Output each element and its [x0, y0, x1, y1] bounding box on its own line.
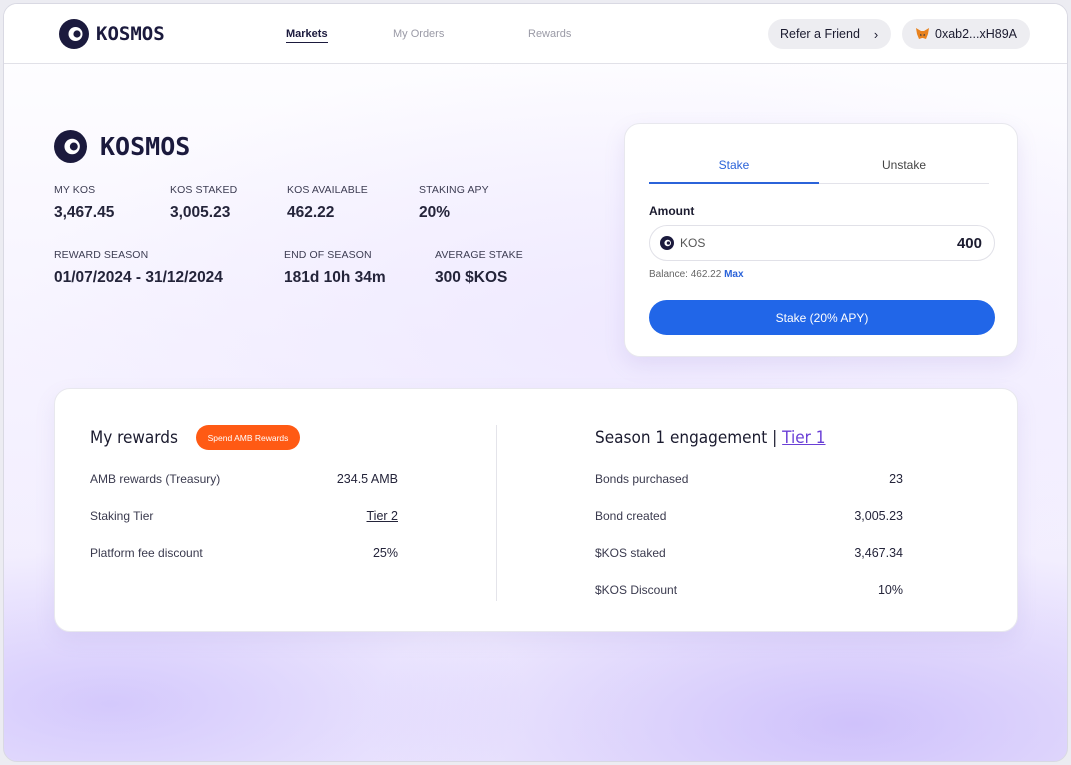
- engagement-tier-link[interactable]: Tier 1: [782, 428, 825, 448]
- rewards-panel: My rewards Spend AMB Rewards AMB rewards…: [54, 388, 1018, 632]
- amount-label: Amount: [649, 204, 695, 218]
- engagement-row-value: 3,005.23: [854, 509, 903, 523]
- nav-rewards[interactable]: Rewards: [528, 28, 571, 40]
- balance-line: Balance: 462.22 Max: [649, 269, 744, 280]
- engagement-row-label: $KOS Discount: [595, 583, 678, 597]
- stake-tabs: Stake Unstake: [649, 158, 989, 184]
- chevron-right-icon: ›: [873, 26, 879, 42]
- stat-label: STAKING APY: [419, 184, 489, 196]
- wallet-address: 0xab2...xH89A: [935, 27, 1017, 41]
- metamask-fox-icon: [916, 28, 929, 39]
- nav-my-orders[interactable]: My Orders: [393, 28, 444, 40]
- stat-value: 20%: [419, 204, 451, 221]
- balance-text: Balance: 462.22: [649, 269, 722, 280]
- stat-value: 01/07/2024 - 31/12/2024: [54, 269, 223, 286]
- engagement-row: $KOS Discount 10%: [595, 583, 903, 597]
- reward-row-label: AMB rewards (Treasury): [90, 472, 221, 486]
- stake-panel: Stake Unstake Amount KOS 400 Balance: 46…: [624, 123, 1018, 357]
- reward-row: AMB rewards (Treasury) 234.5 AMB: [90, 472, 398, 486]
- amount-input[interactable]: KOS 400: [649, 225, 995, 261]
- reward-row: Platform fee discount 25%: [90, 546, 398, 560]
- stat-label: END OF SEASON: [284, 249, 372, 261]
- section-divider: [496, 425, 497, 601]
- engagement-row: $KOS staked 3,467.34: [595, 546, 903, 560]
- kos-token-icon: [660, 236, 674, 250]
- my-rewards-title: My rewards: [90, 428, 178, 448]
- stat-kos-available: KOS AVAILABLE 462.22: [287, 184, 368, 222]
- stat-average-stake: AVERAGE STAKE 300 $KOS: [435, 249, 523, 287]
- engagement-row-value: 23: [889, 472, 903, 486]
- stat-label: REWARD SEASON: [54, 249, 149, 261]
- engagement-row: Bond created 3,005.23: [595, 509, 903, 523]
- engagement-row-label: $KOS staked: [595, 546, 666, 560]
- token-selector: KOS: [660, 236, 705, 250]
- spend-amb-rewards-button[interactable]: Spend AMB Rewards: [196, 425, 300, 450]
- stat-label: KOS AVAILABLE: [287, 184, 368, 196]
- refer-friend-label: Refer a Friend: [780, 27, 860, 41]
- engagement-row: Bonds purchased 23: [595, 472, 903, 486]
- tab-unstake[interactable]: Unstake: [819, 158, 989, 184]
- stat-staking-apy: STAKING APY 20%: [419, 184, 489, 222]
- stat-value: 300 $KOS: [435, 269, 508, 286]
- app-window: KOSMOS Markets My Orders Rewards Refer a…: [3, 3, 1068, 762]
- wallet-button[interactable]: 0xab2...xH89A: [902, 19, 1030, 49]
- stake-button[interactable]: Stake (20% APY): [649, 300, 995, 335]
- amount-value[interactable]: 400: [957, 235, 982, 252]
- stat-kos-staked: KOS STAKED 3,005.23: [170, 184, 237, 222]
- engagement-row-value: 3,467.34: [854, 546, 903, 560]
- engagement-row-label: Bond created: [595, 509, 667, 523]
- token-name: KOSMOS: [100, 132, 191, 161]
- refer-friend-button[interactable]: Refer a Friend ›: [768, 19, 891, 49]
- reward-row-value: 234.5 AMB: [336, 472, 398, 486]
- stat-value: 462.22: [287, 204, 335, 221]
- kosmos-token-icon: [54, 130, 87, 163]
- engagement-row-label: Bonds purchased: [595, 472, 689, 486]
- stat-value: 181d 10h 34m: [284, 269, 386, 286]
- max-button[interactable]: Max: [724, 269, 743, 280]
- top-nav-bar: KOSMOS Markets My Orders Rewards Refer a…: [4, 4, 1067, 64]
- stat-my-kos: MY KOS 3,467.45: [54, 184, 114, 222]
- nav-markets[interactable]: Markets: [286, 28, 328, 43]
- stat-label: MY KOS: [54, 184, 96, 196]
- stat-value: 3,005.23: [170, 204, 231, 221]
- stat-label: KOS STAKED: [170, 184, 238, 196]
- reward-row-value: 25%: [372, 546, 398, 560]
- kosmos-logo-icon: [59, 19, 89, 49]
- stat-value: 3,467.45: [54, 204, 115, 221]
- stat-end-of-season: END OF SEASON 181d 10h 34m: [284, 249, 386, 287]
- brand-logo[interactable]: KOSMOS: [59, 19, 165, 49]
- reward-row-label: Platform fee discount: [90, 546, 203, 560]
- engagement-title: Season 1 engagement | Tier 1: [595, 428, 826, 448]
- reward-row-label: Staking Tier: [90, 509, 154, 523]
- token-symbol: KOS: [680, 236, 706, 250]
- reward-row: Staking Tier Tier 2: [90, 509, 398, 523]
- token-header: KOSMOS: [54, 130, 190, 163]
- engagement-title-text: Season 1 engagement |: [595, 428, 778, 448]
- brand-name: KOSMOS: [96, 23, 165, 45]
- staking-tier-link[interactable]: Tier 2: [367, 509, 399, 523]
- stat-label: AVERAGE STAKE: [435, 249, 523, 261]
- stat-reward-season: REWARD SEASON 01/07/2024 - 31/12/2024: [54, 249, 223, 287]
- tab-stake[interactable]: Stake: [649, 158, 819, 184]
- engagement-row-value: 10%: [877, 583, 903, 597]
